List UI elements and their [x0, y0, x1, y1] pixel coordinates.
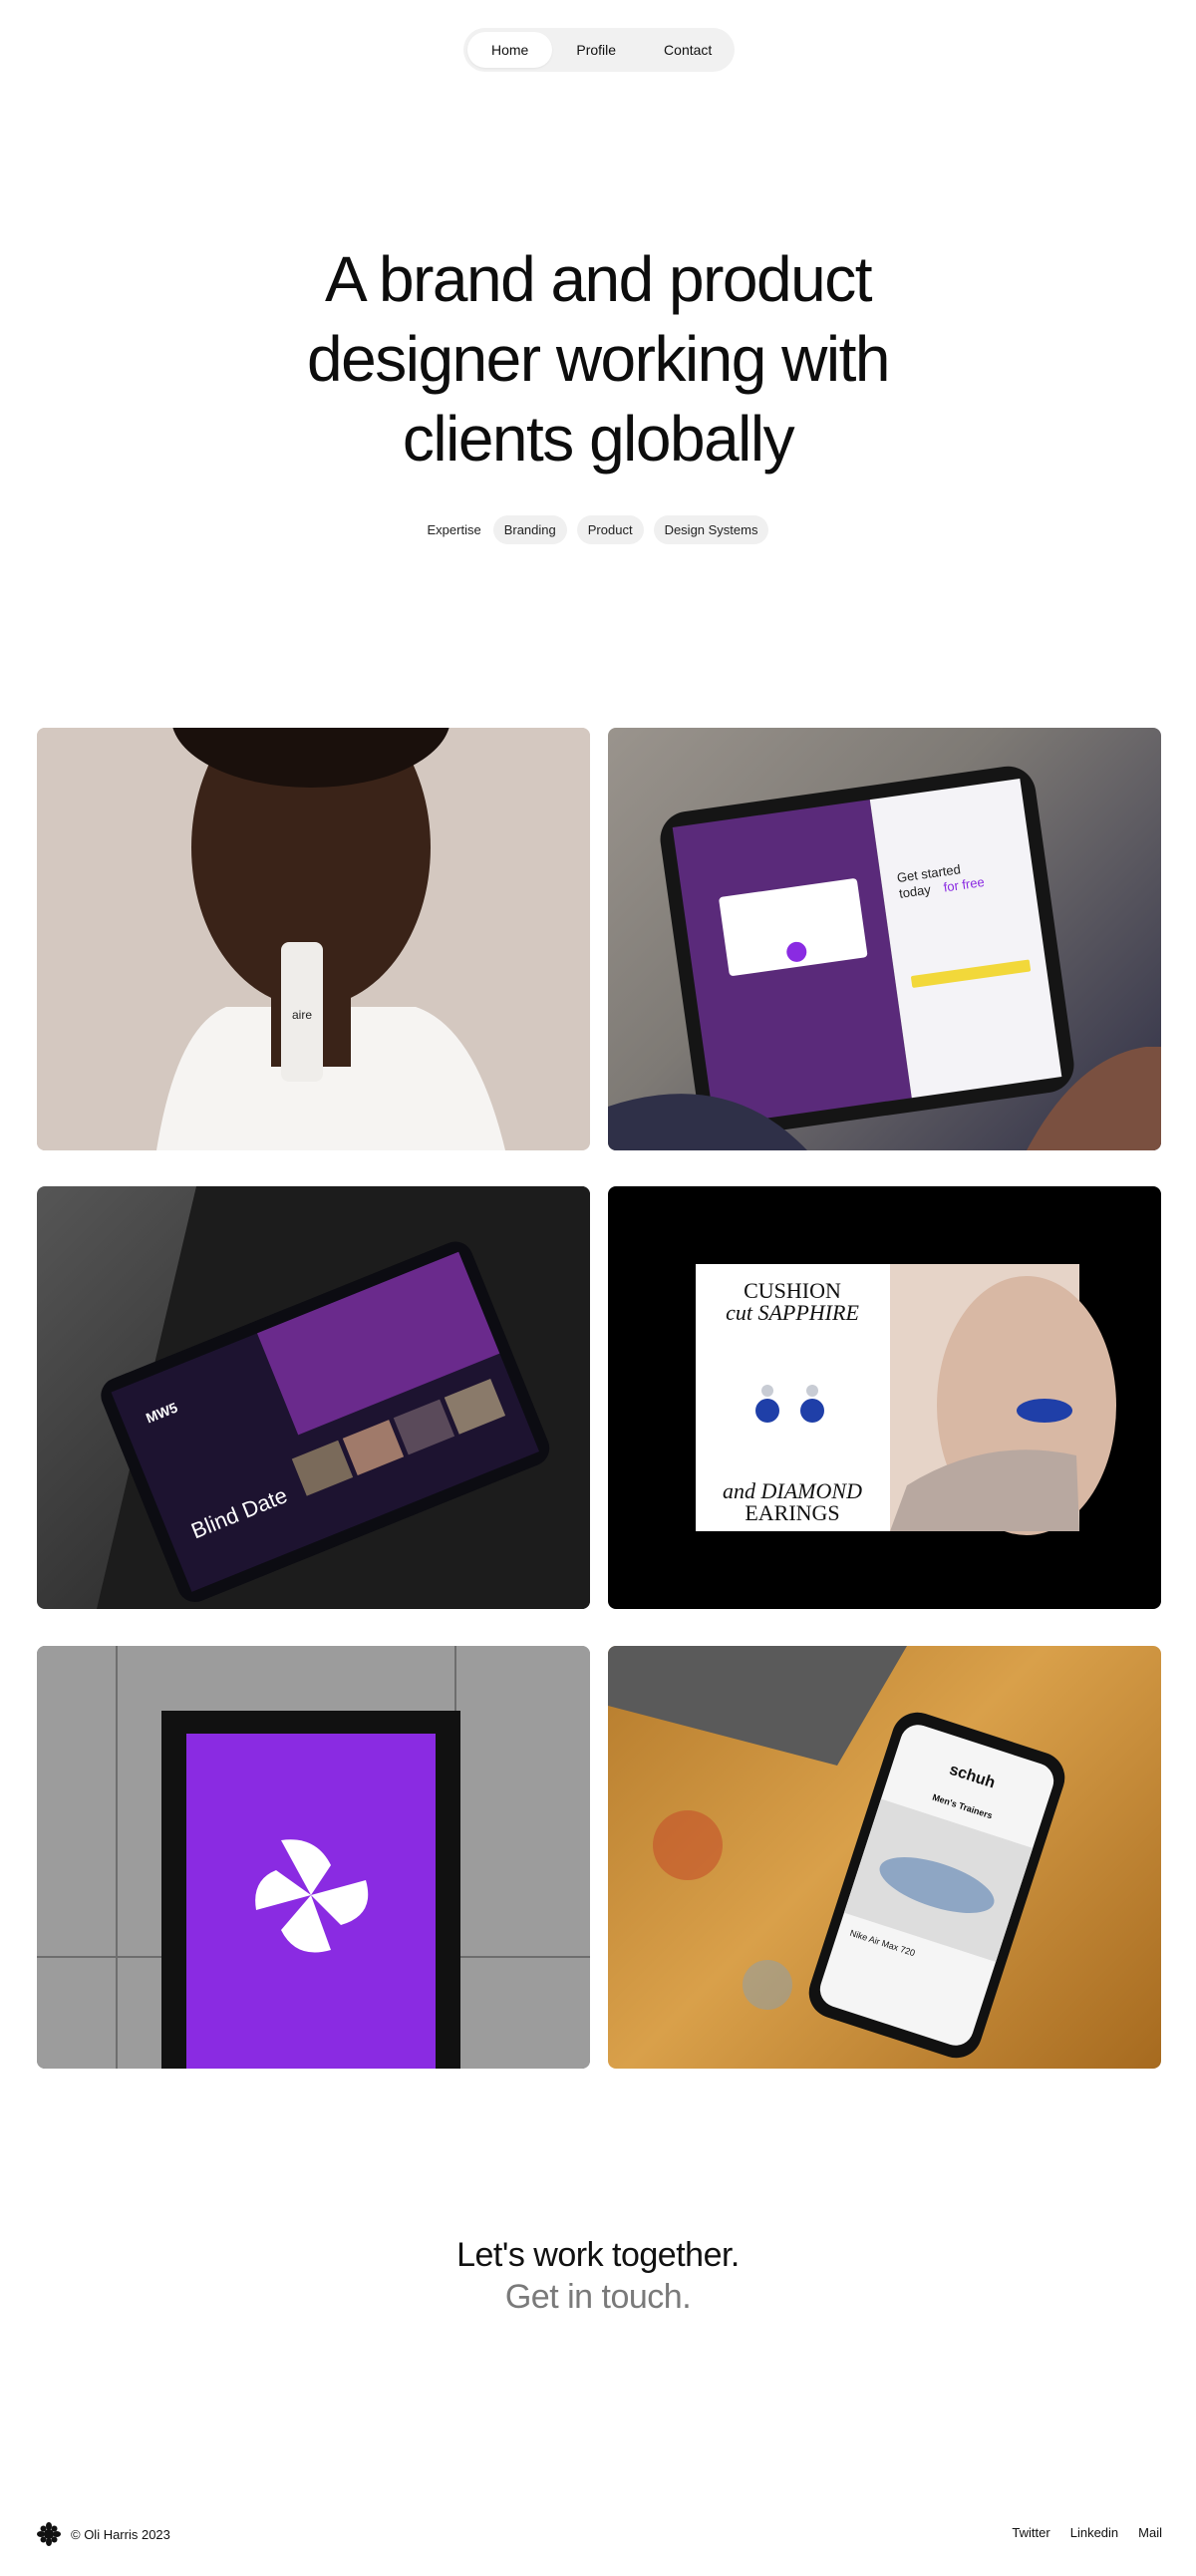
footer-link-twitter[interactable]: Twitter: [1012, 2525, 1049, 2540]
footer-links: Twitter Linkedin Mail: [1012, 2525, 1162, 2540]
footer-link-linkedin[interactable]: Linkedin: [1070, 2525, 1118, 2540]
sapphire-line-4: EARINGS: [745, 1500, 839, 1525]
project-card-signup-tablet[interactable]: Get started today for free: [608, 728, 1161, 1150]
schuh-image: schuh Men's Trainers Nike Air Max 720: [608, 1646, 1065, 2059]
nav-home[interactable]: Home: [467, 32, 553, 68]
hero-title-line: designer working with: [307, 323, 890, 395]
footer-link-mail[interactable]: Mail: [1138, 2525, 1162, 2540]
project-card-blind-date[interactable]: Blind Date MW5: [37, 1186, 590, 1609]
project-card-schuh[interactable]: schuh Men's Trainers Nike Air Max 720: [608, 1646, 1161, 2069]
aire-logo-text: aire: [292, 1008, 312, 1022]
copyright-text: © Oli Harris 2023: [71, 2526, 170, 2542]
project-card-pinwheel[interactable]: [37, 1646, 590, 2069]
hero-title: A brand and product designer working wit…: [0, 239, 1196, 479]
footer-left: © Oli Harris 2023: [37, 2522, 170, 2546]
pinwheel-image: [37, 1646, 590, 2069]
cta-heading: Let's work together.: [456, 2236, 740, 2274]
tag-product: Product: [576, 515, 644, 544]
nav-contact[interactable]: Contact: [640, 32, 736, 68]
sapphire-image: CUSHION cut SAPPHIRE and DIAMOND EARINGS: [696, 1264, 1116, 1535]
project-card-sapphire[interactable]: CUSHION cut SAPPHIRE and DIAMOND EARINGS: [608, 1186, 1161, 1609]
get-in-touch-link[interactable]: Get in touch.: [0, 2278, 1196, 2317]
sapphire-line-2: cut SAPPHIRE: [726, 1300, 859, 1325]
blind-date-image: Blind Date MW5: [97, 1186, 590, 1609]
project-card-aire[interactable]: aire: [37, 728, 590, 1150]
flower-logo-icon: [37, 2522, 61, 2546]
signup-tablet-image: Get started today for free: [608, 766, 1161, 1150]
nav-profile[interactable]: Profile: [552, 32, 640, 68]
aire-image: aire: [37, 728, 590, 1150]
hero-title-line: A brand and product: [325, 243, 872, 315]
main-nav: Home Profile Contact: [463, 28, 735, 72]
expertise-label: Expertise: [427, 522, 481, 537]
hero-title-line: clients globally: [402, 403, 795, 475]
expertise-row: Expertise Branding Product Design System…: [0, 515, 1196, 544]
tag-design-systems: Design Systems: [653, 515, 769, 544]
tag-branding: Branding: [492, 515, 567, 544]
